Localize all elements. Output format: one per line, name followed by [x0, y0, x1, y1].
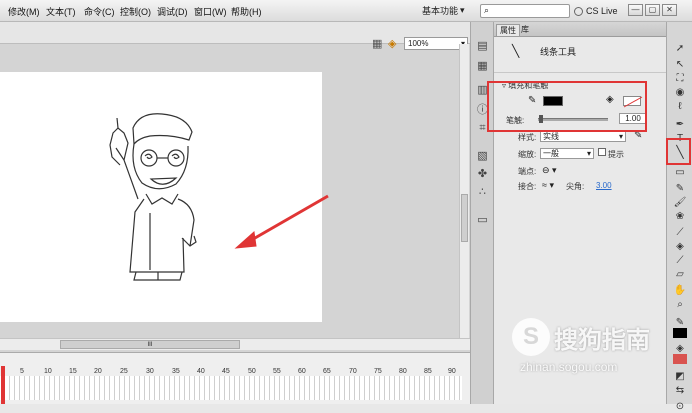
frame-number: 30	[146, 368, 154, 375]
eyedropper-tool-icon[interactable]: ⟋	[673, 254, 687, 267]
frame-number: 20	[94, 368, 102, 375]
black-white-icon[interactable]: ◩	[673, 370, 687, 383]
components-panel-icon[interactable]: ✤	[475, 168, 490, 181]
history-panel-icon[interactable]: ▧	[475, 150, 490, 163]
frame-number: 25	[120, 368, 128, 375]
sogou-watermark: S 搜狗指南	[512, 318, 650, 356]
paint-bucket-tool-icon[interactable]: ◈	[673, 240, 687, 253]
frame-number: 70	[349, 368, 357, 375]
motion-presets-icon[interactable]: ∴	[475, 186, 490, 199]
miter-label: 尖角:	[566, 182, 585, 191]
line-tool-icon: ╲	[512, 44, 520, 58]
color-panel-icon[interactable]: ▦	[475, 60, 490, 73]
selection-tool-icon[interactable]: ➚	[673, 42, 687, 55]
watermark-text: 搜狗指南	[554, 326, 650, 354]
timeline-frames[interactable]	[0, 376, 462, 400]
miter-value[interactable]: 3.00	[596, 181, 612, 190]
align-panel-icon[interactable]: ▤	[475, 40, 490, 53]
playhead[interactable]	[1, 366, 5, 404]
stroke-style-select[interactable]: 实线 ▾	[540, 131, 626, 142]
rectangle-tool-icon[interactable]: ▭	[673, 166, 687, 179]
horizontal-scrollbar[interactable]: III	[0, 338, 470, 350]
swap-colors-icon[interactable]: ⇆	[673, 384, 687, 397]
tab-properties[interactable]: 属性	[496, 24, 520, 36]
vertical-scrollbar[interactable]	[459, 44, 469, 338]
frame-number: 15	[69, 368, 77, 375]
chevron-down-icon: ▾	[586, 149, 591, 158]
hint-label: 提示	[608, 150, 624, 159]
frame-number: 50	[248, 368, 256, 375]
lasso-tool-icon[interactable]: ℓ	[673, 100, 687, 113]
brush-tool-icon[interactable]: 🖌	[673, 196, 687, 209]
frame-number: 60	[298, 368, 306, 375]
highlight-box-line-tool	[666, 138, 691, 165]
frame-number: 5	[20, 368, 24, 375]
hand-tool-icon[interactable]: ✋	[673, 284, 687, 297]
current-tool-name: 线条工具	[540, 47, 577, 57]
stroke-color-swatch[interactable]	[673, 328, 687, 338]
scale-label: 缩放:	[518, 150, 537, 159]
frame-number: 40	[197, 368, 205, 375]
zoom-tool-icon[interactable]: ⌕	[673, 298, 687, 311]
frame-number: 80	[399, 368, 407, 375]
style-label: 样式:	[518, 133, 537, 142]
panel-dock: ▤ ▦ ▥ ⓘ ⌗ ▧ ✤ ∴ ▭	[470, 22, 494, 404]
pencil-tool-icon[interactable]: ✎	[673, 182, 687, 195]
frame-number: 55	[273, 368, 281, 375]
scroll-thumb[interactable]: III	[60, 340, 240, 349]
3d-rotation-tool-icon[interactable]: ◉	[673, 86, 687, 99]
stroke-style-value: 实线	[543, 132, 559, 141]
snap-to-objects-icon[interactable]: ⊙	[673, 400, 687, 413]
frame-number: 10	[44, 368, 52, 375]
watermark-url: zhinan.sogou.com	[520, 360, 618, 374]
free-transform-tool-icon[interactable]: ⛶	[673, 72, 687, 85]
subselection-tool-icon[interactable]: ↖	[673, 58, 687, 71]
sogou-logo-icon: S	[512, 318, 550, 356]
join-label: 接合:	[518, 182, 537, 191]
chevron-down-icon: ▾	[618, 132, 623, 141]
divider	[494, 72, 666, 73]
bone-tool-icon[interactable]: ⟋	[673, 226, 687, 239]
join-select[interactable]: ≈ ▾	[542, 180, 554, 191]
hint-checkbox[interactable]	[598, 148, 606, 156]
frame-number: 90	[448, 368, 456, 375]
tab-library[interactable]: 库	[518, 24, 532, 36]
frame-number: 35	[172, 368, 180, 375]
tools-panel: ➚ ↖ ⛶ ◉ ℓ ✒ T ╲ ▭ ✎ 🖌 ❀ ⟋ ◈ ⟋ ▱ ✋ ⌕ ✎ ◈ …	[666, 22, 692, 412]
frame-number: 45	[222, 368, 230, 375]
cap-select[interactable]: ⊖ ▾	[542, 165, 557, 176]
frame-number: 75	[374, 368, 382, 375]
deco-tool-icon[interactable]: ❀	[673, 210, 687, 223]
properties-tabs: 属性 库	[494, 22, 666, 37]
eraser-tool-icon[interactable]: ▱	[673, 268, 687, 281]
scroll-thumb[interactable]	[461, 194, 468, 242]
frame-number: 65	[323, 368, 331, 375]
fill-color-swatch[interactable]	[673, 354, 687, 364]
pen-tool-icon[interactable]: ✒	[673, 118, 687, 131]
scale-value: 一般	[543, 149, 559, 158]
cap-label: 端点:	[518, 167, 537, 176]
scale-select[interactable]: 一般 ▾	[540, 148, 594, 159]
frame-number: 85	[424, 368, 432, 375]
highlight-box-fill-stroke	[487, 81, 647, 132]
output-panel-icon[interactable]: ▭	[475, 214, 490, 227]
